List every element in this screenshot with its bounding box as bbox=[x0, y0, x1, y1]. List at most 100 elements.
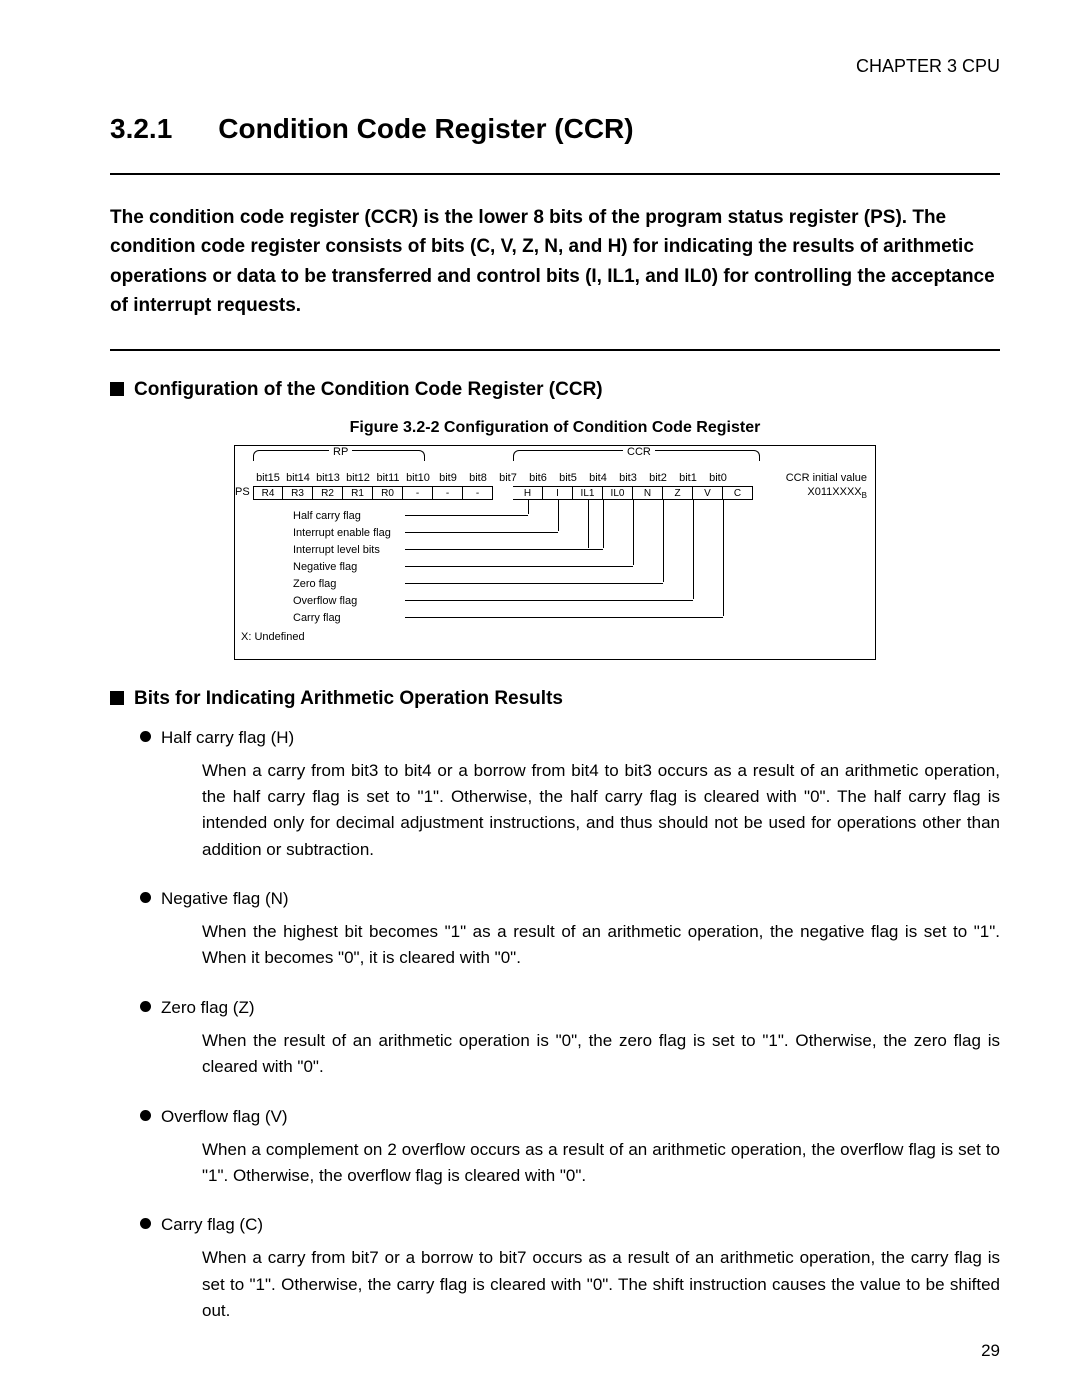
bit-label: bit4 bbox=[583, 472, 613, 484]
bit-label: bit10 bbox=[403, 472, 433, 484]
bit-label: bit11 bbox=[373, 472, 403, 484]
flag-label-list: Half carry flag Interrupt enable flag In… bbox=[293, 508, 391, 627]
bit-number-row: bit15 bit14 bit13 bit12 bit11 bit10 bit9… bbox=[253, 472, 733, 484]
reg-gap bbox=[493, 486, 513, 500]
section-heading: Condition Code Register (CCR) bbox=[218, 113, 633, 145]
bit-label: bit3 bbox=[613, 472, 643, 484]
bit-label: bit14 bbox=[283, 472, 313, 484]
subheading-config: Configuration of the Condition Code Regi… bbox=[110, 379, 1000, 401]
wire bbox=[663, 500, 665, 582]
initial-value: X011XXXXB bbox=[807, 486, 867, 500]
bit-label: bit15 bbox=[253, 472, 283, 484]
wire bbox=[405, 616, 723, 618]
reg-cell: R0 bbox=[373, 486, 403, 500]
bit-label: bit0 bbox=[703, 472, 733, 484]
wire bbox=[588, 500, 590, 548]
bullet-icon bbox=[140, 892, 151, 903]
item-body: When a carry from bit3 to bit4 or a borr… bbox=[202, 758, 1000, 863]
subheading-bits: Bits for Indicating Arithmetic Operation… bbox=[110, 688, 1000, 710]
wire bbox=[558, 500, 560, 531]
flag-label-half: Half carry flag bbox=[293, 508, 391, 525]
item-title: Overflow flag (V) bbox=[161, 1107, 288, 1126]
reg-cell: H bbox=[513, 486, 543, 500]
wire bbox=[693, 500, 695, 599]
item-body: When the highest bit becomes "1" as a re… bbox=[202, 919, 1000, 972]
rp-label: RP bbox=[329, 446, 352, 458]
item-title: Carry flag (C) bbox=[161, 1215, 263, 1234]
reg-cell: - bbox=[403, 486, 433, 500]
flag-label-ien: Interrupt enable flag bbox=[293, 525, 391, 542]
initial-value-label: CCR initial value bbox=[786, 472, 867, 484]
bit-label: bit7 bbox=[493, 472, 523, 484]
bit-label: bit12 bbox=[343, 472, 373, 484]
ccr-label: CCR bbox=[623, 446, 655, 458]
item-negative: Negative flag (N) bbox=[140, 889, 1000, 909]
square-bullet-icon bbox=[110, 382, 124, 396]
flag-label-neg: Negative flag bbox=[293, 559, 391, 576]
item-overflow: Overflow flag (V) bbox=[140, 1107, 1000, 1127]
bit-label: bit9 bbox=[433, 472, 463, 484]
reg-cell: - bbox=[463, 486, 493, 500]
bullet-icon bbox=[140, 1218, 151, 1229]
divider bbox=[110, 173, 1000, 175]
item-body: When the result of an arithmetic operati… bbox=[202, 1028, 1000, 1081]
wire bbox=[723, 500, 725, 616]
item-body: When a carry from bit7 or a borrow to bi… bbox=[202, 1245, 1000, 1324]
subheading-config-text: Configuration of the Condition Code Regi… bbox=[134, 379, 603, 400]
section-title: 3.2.1 Condition Code Register (CCR) bbox=[110, 113, 1000, 145]
wire bbox=[405, 565, 633, 567]
bullet-icon bbox=[140, 1001, 151, 1012]
wire bbox=[633, 500, 635, 565]
bit-label: bit1 bbox=[673, 472, 703, 484]
wire bbox=[405, 582, 663, 584]
page: CHAPTER 3 CPU 3.2.1 Condition Code Regis… bbox=[0, 0, 1080, 1397]
reg-cell: IL0 bbox=[603, 486, 633, 500]
bit-label: bit13 bbox=[313, 472, 343, 484]
reg-cell: Z bbox=[663, 486, 693, 500]
page-number: 29 bbox=[981, 1341, 1000, 1361]
bit-label: bit5 bbox=[553, 472, 583, 484]
reg-cell: IL1 bbox=[573, 486, 603, 500]
item-carry: Carry flag (C) bbox=[140, 1215, 1000, 1235]
reg-cell: R1 bbox=[343, 486, 373, 500]
bullet-icon bbox=[140, 1110, 151, 1121]
wire bbox=[528, 500, 530, 514]
square-bullet-icon bbox=[110, 691, 124, 705]
reg-cell: R4 bbox=[253, 486, 283, 500]
item-title: Half carry flag (H) bbox=[161, 728, 294, 747]
bit-label: bit2 bbox=[643, 472, 673, 484]
item-half-carry: Half carry flag (H) bbox=[140, 728, 1000, 748]
chapter-header: CHAPTER 3 CPU bbox=[110, 56, 1000, 77]
bullet-icon bbox=[140, 731, 151, 742]
reg-cell: R3 bbox=[283, 486, 313, 500]
bit-label: bit6 bbox=[523, 472, 553, 484]
flag-label-zero: Zero flag bbox=[293, 576, 391, 593]
wire bbox=[405, 548, 603, 550]
subheading-bits-text: Bits for Indicating Arithmetic Operation… bbox=[134, 688, 563, 709]
reg-cell: - bbox=[433, 486, 463, 500]
wire bbox=[603, 500, 605, 548]
figure-caption: Figure 3.2-2 Configuration of Condition … bbox=[110, 419, 1000, 437]
wire bbox=[405, 514, 528, 516]
reg-cell: C bbox=[723, 486, 753, 500]
flag-label-ovf: Overflow flag bbox=[293, 593, 391, 610]
register-cell-row: R4 R3 R2 R1 R0 - - - H I IL1 IL0 N Z V C bbox=[253, 486, 753, 500]
item-title: Zero flag (Z) bbox=[161, 998, 255, 1017]
section-number: 3.2.1 bbox=[110, 113, 172, 145]
x-undefined-note: X: Undefined bbox=[241, 631, 305, 643]
flag-label-carry: Carry flag bbox=[293, 610, 391, 627]
flag-label-ilvl: Interrupt level bits bbox=[293, 542, 391, 559]
ps-label: PS bbox=[235, 486, 250, 498]
intro-paragraph: The condition code register (CCR) is the… bbox=[110, 203, 1000, 321]
reg-cell: N bbox=[633, 486, 663, 500]
item-zero: Zero flag (Z) bbox=[140, 998, 1000, 1018]
item-title: Negative flag (N) bbox=[161, 889, 289, 908]
item-body: When a complement on 2 overflow occurs a… bbox=[202, 1137, 1000, 1190]
divider bbox=[110, 349, 1000, 351]
wire bbox=[405, 531, 558, 533]
reg-cell: I bbox=[543, 486, 573, 500]
figure-ccr-diagram: RP CCR bit15 bit14 bit13 bit12 bit11 bit… bbox=[234, 445, 876, 660]
reg-cell: R2 bbox=[313, 486, 343, 500]
reg-cell: V bbox=[693, 486, 723, 500]
wire bbox=[405, 599, 693, 601]
